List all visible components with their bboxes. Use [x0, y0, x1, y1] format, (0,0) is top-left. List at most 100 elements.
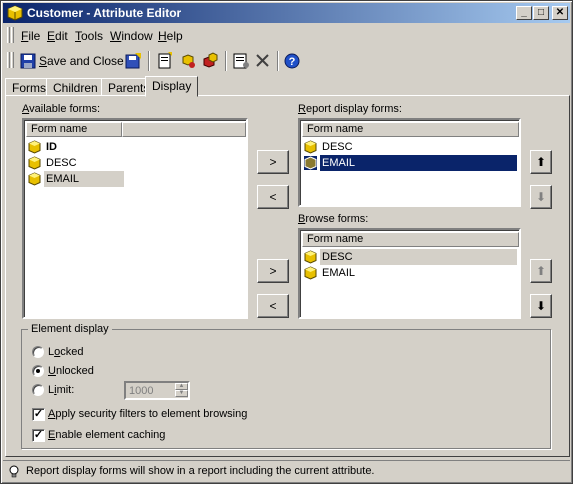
apply-security-filters-checkbox[interactable]: ✓	[32, 408, 45, 421]
attribute-form-icon	[28, 156, 41, 170]
available-forms-list[interactable]: Form name ID DESC EMAIL	[22, 118, 248, 319]
caching-rest: nable element caching	[55, 429, 166, 441]
spin-down-icon[interactable]: ▼	[175, 390, 188, 397]
help-button[interactable]: ?	[282, 51, 302, 71]
move-down-report-button[interactable]: ⬇	[530, 185, 552, 209]
remove-from-browse-button[interactable]: <	[257, 294, 289, 318]
menu-window[interactable]: Window	[110, 29, 153, 43]
menu-file-rest: ile	[28, 29, 41, 43]
enable-caching-checkbox[interactable]: ✓	[32, 429, 45, 442]
menu-help-key: H	[158, 29, 167, 43]
list-item[interactable]: DESC	[302, 139, 517, 155]
unlocked-key: U	[48, 365, 56, 377]
menu-help[interactable]: Help	[158, 29, 183, 43]
close-button[interactable]: ✕	[552, 6, 568, 20]
list-item[interactable]: EMAIL	[302, 155, 517, 171]
delete-x-icon	[256, 54, 269, 67]
menu-edit-rest: dit	[55, 29, 68, 43]
properties-button[interactable]	[231, 51, 251, 71]
menu-tools[interactable]: Tools	[75, 29, 103, 43]
arrow-up-icon: ⬆	[535, 264, 547, 278]
move-down-browse-button[interactable]: ⬇	[530, 294, 552, 318]
tab-children[interactable]: Children	[46, 78, 105, 96]
limit-label[interactable]: Limit:	[48, 384, 74, 396]
limit-spinner[interactable]: 1000 ▲ ▼	[124, 381, 190, 400]
save-rest: ave and Close	[47, 54, 124, 68]
maximize-button[interactable]: □	[533, 6, 549, 20]
save-disk-icon	[20, 53, 36, 69]
form-name: EMAIL	[322, 267, 356, 279]
new-object-button[interactable]	[155, 51, 175, 71]
available-col-header[interactable]: Form name	[26, 122, 122, 137]
form-name: DESC	[46, 157, 77, 169]
browse-forms-rest: rowse forms:	[305, 213, 369, 225]
menu-tools-rest: ools	[81, 29, 104, 43]
move-up-report-button[interactable]: ⬆	[530, 150, 552, 174]
help-icon: ?	[284, 53, 300, 69]
menubar-grip-2[interactable]	[11, 27, 14, 43]
move-up-browse-button[interactable]: ⬆	[530, 259, 552, 283]
report-display-forms-list[interactable]: Form name DESC EMAIL	[298, 118, 521, 207]
locked-radio[interactable]	[32, 346, 44, 358]
toolbar-grip-2[interactable]	[11, 52, 14, 68]
attribute-form-icon	[304, 140, 317, 154]
limit-rest: mit:	[56, 384, 75, 396]
maximize-icon: □	[537, 7, 545, 18]
svg-text:?: ?	[289, 56, 296, 68]
list-item[interactable]: DESC	[302, 249, 517, 265]
unlocked-label[interactable]: Unlocked	[48, 365, 94, 377]
list-item[interactable]: EMAIL	[26, 171, 226, 187]
save-and-close-label: Save and Close	[39, 54, 124, 68]
list-item[interactable]: EMAIL	[302, 265, 517, 281]
new-document-icon	[158, 52, 172, 69]
attribute-form-icon	[304, 250, 317, 264]
save-key: S	[39, 54, 48, 68]
menubar-grip[interactable]	[7, 27, 10, 43]
save-icon	[125, 53, 141, 69]
browse-col-header[interactable]: Form name	[302, 232, 519, 247]
attribute-form-icon	[304, 156, 317, 170]
menu-edit[interactable]: Edit	[47, 29, 68, 43]
apply-security-filters-label[interactable]: Apply security filters to element browsi…	[48, 408, 247, 420]
remove-from-report-button[interactable]: <	[257, 185, 289, 209]
title-bar[interactable]: Customer - Attribute Editor _ □ ✕	[3, 3, 570, 23]
locked-label[interactable]: Locked	[48, 346, 84, 358]
find-objects-icon	[182, 54, 195, 68]
delete-button[interactable]	[253, 51, 273, 71]
arrow-down-icon: ⬇	[535, 190, 547, 204]
properties-icon	[233, 53, 249, 69]
attribute-cube-icon	[7, 5, 23, 21]
report-col-header[interactable]: Form name	[302, 122, 519, 137]
unlocked-radio[interactable]	[32, 365, 44, 377]
menu-file[interactable]: File	[21, 29, 40, 43]
limit-value[interactable]: 1000	[129, 385, 153, 397]
find-button[interactable]	[178, 51, 198, 71]
browse-forms-list[interactable]: Form name DESC EMAIL	[298, 228, 521, 319]
add-to-browse-button[interactable]: >	[257, 259, 289, 283]
toolbar-separator-3	[277, 51, 279, 71]
spin-up-icon[interactable]: ▲	[175, 383, 188, 390]
spinner-arrows: ▲ ▼	[175, 383, 188, 398]
enable-caching-label[interactable]: Enable element caching	[48, 429, 165, 441]
toolbar-grip[interactable]	[7, 52, 10, 68]
objects-button[interactable]	[201, 51, 221, 71]
report-display-forms-label: Report display forms:	[298, 103, 402, 115]
menu-window-key: W	[110, 29, 122, 43]
menu-help-rest: elp	[166, 29, 183, 43]
status-text: Report display forms will show in a repo…	[26, 465, 375, 477]
menu-edit-key: E	[47, 29, 56, 43]
save-and-close-button[interactable]: Save and Close	[19, 51, 124, 71]
attribute-editor-window: Customer - Attribute Editor _ □ ✕ File E…	[0, 0, 573, 484]
report-forms-rest: eport display forms:	[305, 103, 402, 115]
arrow-down-icon: ⬇	[535, 299, 547, 313]
tab-display[interactable]: Display	[145, 76, 199, 97]
list-item[interactable]: ID	[26, 139, 226, 155]
save-button[interactable]	[123, 51, 143, 71]
available-col-header-filler	[122, 122, 246, 137]
window-title: Customer - Attribute Editor	[27, 6, 182, 20]
limit-radio[interactable]	[32, 384, 44, 396]
add-to-report-button[interactable]: >	[257, 150, 289, 174]
minimize-button[interactable]: _	[516, 6, 532, 20]
list-item[interactable]: DESC	[26, 155, 226, 171]
toolbar: Save and Close ?	[3, 48, 570, 74]
